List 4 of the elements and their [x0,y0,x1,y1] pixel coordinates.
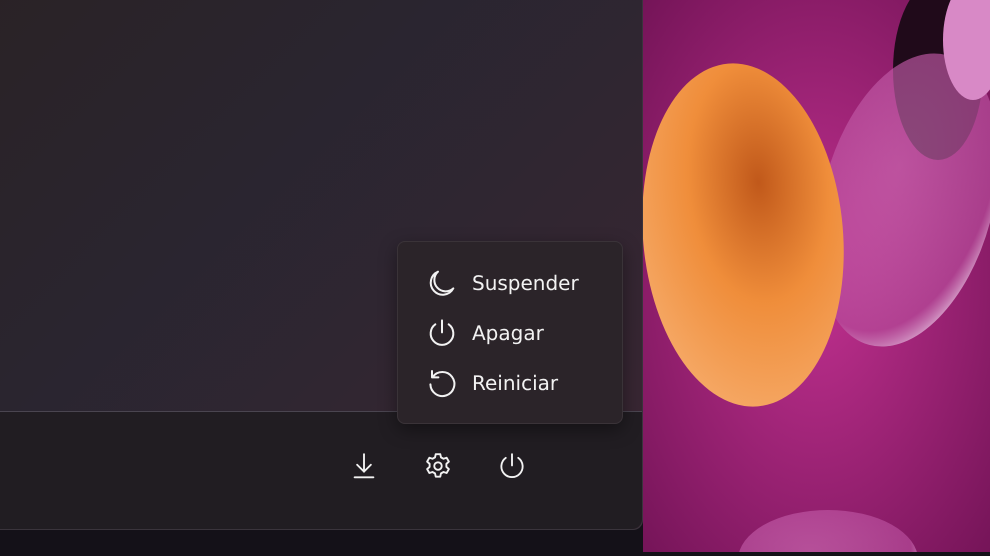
menu-item[interactable]: Reiniciar [402,362,618,402]
settings-icon [423,450,453,480]
menu-item[interactable]: Suspender [402,262,618,302]
menu-item[interactable]: Apagar [402,312,618,352]
